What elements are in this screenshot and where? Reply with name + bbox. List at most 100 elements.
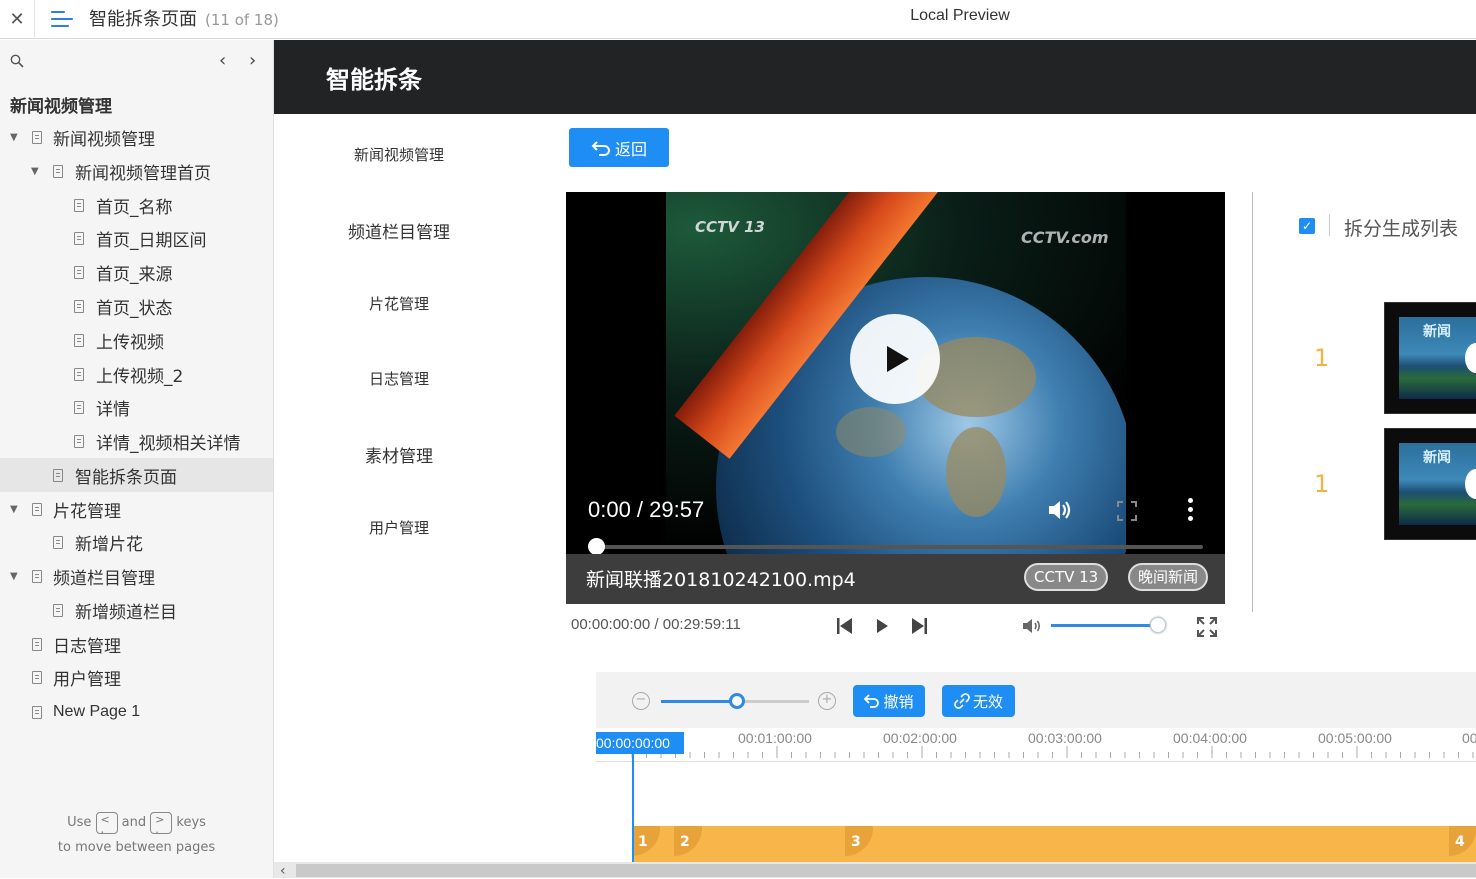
timeline-editor: − + 撤销 无效 00:00:00:00 00:01:00:00 00:02:…: [596, 672, 1476, 878]
play-small-icon[interactable]: [872, 616, 892, 636]
sidebar-section-title: 新闻视频管理: [10, 97, 112, 117]
tick-label: 00:05:00:00: [1318, 730, 1392, 746]
close-icon[interactable]: ✕: [0, 0, 35, 39]
cctv-watermark: CCTV.com: [1021, 228, 1109, 247]
channel-logo: CCTV 13: [695, 218, 765, 236]
undo-icon: [864, 694, 880, 708]
app-preview: 智能拆条 新闻视频管理 频道栏目管理 片花管理 日志管理 素材管理 用户管理 返…: [274, 40, 1476, 878]
page-count: (11 of 18): [205, 11, 279, 29]
sidebar-item-home-status[interactable]: 首页_状态: [0, 289, 273, 323]
zoom-knob[interactable]: [729, 693, 745, 709]
link-icon: [954, 693, 970, 709]
volume-icon[interactable]: [1046, 496, 1074, 524]
search-icon[interactable]: [10, 54, 24, 68]
sidebar-item-channel[interactable]: ▼ 频道栏目管理: [0, 559, 273, 593]
split-list-title: 拆分生成列表: [1344, 218, 1459, 240]
sidebar-item-upload-2[interactable]: 上传视频_2: [0, 357, 273, 391]
video-player[interactable]: CCTV 13 CCTV.com 0:00 / 29:57 新闻联播201810…: [566, 192, 1225, 604]
seek-bar[interactable]: [595, 545, 1203, 549]
sidebar-item-detail-video[interactable]: 详情_视频相关详情: [0, 424, 273, 458]
video-caption-bar: 新闻联播201810242100.mp4 CCTV 13 晚间新闻: [566, 554, 1225, 604]
next-frame-icon[interactable]: [908, 616, 928, 636]
preview-title: Local Preview: [910, 7, 1010, 24]
current-time-label: 00:00:00:00: [596, 732, 684, 754]
timeline-ruler[interactable]: 00:00:00:00 00:01:00:00 00:02:00:00 00:0…: [596, 728, 1476, 762]
split-item-number: 1: [1314, 470, 1330, 498]
expand-icon[interactable]: [1196, 616, 1218, 638]
sidebar-item-add-trailer[interactable]: 新增片花: [0, 525, 273, 559]
segment-marker[interactable]: 2: [674, 826, 702, 856]
split-list-checkbox[interactable]: ✓: [1299, 218, 1315, 234]
sidebar-item-new-page[interactable]: New Page 1: [0, 695, 273, 729]
undo-button[interactable]: 撤销: [853, 685, 925, 717]
split-item-number: 1: [1314, 344, 1330, 372]
volume-knob[interactable]: [1150, 617, 1166, 633]
page-title: 智能拆条页面 (11 of 18): [89, 9, 279, 30]
thumbnail-text: 新闻: [1423, 450, 1451, 466]
invalid-button[interactable]: 无效: [942, 685, 1015, 717]
sidebar-item-news-home[interactable]: ▼ 新闻视频管理首页: [0, 154, 273, 188]
tick-label: 00:04:00:00: [1173, 730, 1247, 746]
sidebar-item-home-date[interactable]: 首页_日期区间: [0, 221, 273, 255]
scroll-left-icon[interactable]: ‹: [280, 863, 286, 879]
video-time: 0:00 / 29:57: [588, 497, 705, 522]
play-button[interactable]: [850, 314, 940, 404]
program-tag[interactable]: 晚间新闻: [1128, 563, 1209, 591]
volume-small-icon[interactable]: [1021, 616, 1043, 636]
split-item-thumbnail[interactable]: 新闻: [1384, 428, 1476, 540]
channel-tag[interactable]: CCTV 13: [1024, 563, 1109, 591]
panel-divider: [1252, 192, 1253, 612]
sidebar-item-smart-split[interactable]: 智能拆条页面: [0, 458, 273, 492]
nav-log[interactable]: 日志管理: [274, 368, 524, 389]
segment-marker[interactable]: 1: [632, 826, 660, 856]
split-item-thumbnail[interactable]: 新闻: [1384, 302, 1476, 414]
segment-marker[interactable]: 3: [845, 826, 873, 856]
sidebar-item-home-source[interactable]: 首页_来源: [0, 255, 273, 289]
sidebar-item-news-video[interactable]: ▼ 新闻视频管理: [0, 120, 273, 154]
zoom-in-icon[interactable]: +: [818, 692, 836, 710]
tick-label: 00:03:00:00: [1028, 730, 1102, 746]
left-key-icon: <,: [95, 811, 118, 835]
sidebar-item-user[interactable]: 用户管理: [0, 660, 273, 694]
zoom-out-icon[interactable]: −: [632, 692, 650, 710]
scrollbar-thumb[interactable]: [296, 864, 1476, 877]
previous-frame-icon[interactable]: [836, 616, 856, 636]
sidebar-item-detail[interactable]: 详情: [0, 390, 273, 424]
next-page-icon[interactable]: ›: [249, 50, 256, 71]
nav-user[interactable]: 用户管理: [274, 517, 524, 538]
prev-page-icon[interactable]: ‹: [219, 50, 226, 71]
timeline-toolbar: − + 撤销 无效: [596, 672, 1476, 728]
app-title: 智能拆条: [326, 66, 422, 94]
playback-controls: 00:00:00:00 / 00:29:59:11: [566, 610, 1226, 644]
tick-label: 00:01:00:00: [738, 730, 812, 746]
sidebar-item-add-channel[interactable]: 新增频道栏目: [0, 593, 273, 627]
sidebar-item-log[interactable]: 日志管理: [0, 627, 273, 661]
app-header: 智能拆条: [274, 40, 1476, 114]
tick-label: 00: [1462, 730, 1476, 746]
nav-news-video[interactable]: 新闻视频管理: [274, 144, 524, 165]
nav-trailer[interactable]: 片花管理: [274, 293, 524, 314]
more-options-icon[interactable]: [1188, 498, 1194, 524]
playhead[interactable]: [632, 752, 634, 878]
fullscreen-icon[interactable]: [1117, 501, 1137, 521]
tick-label: 00:02:00:00: [883, 730, 957, 746]
sidebar-item-upload[interactable]: 上传视频: [0, 323, 273, 357]
timecode: 00:00:00:00 / 00:29:59:11: [571, 616, 741, 633]
zoom-slider-fill: [661, 700, 737, 703]
sidebar-item-trailer[interactable]: ▼ 片花管理: [0, 492, 273, 526]
sidebar-item-home-name[interactable]: 首页_名称: [0, 188, 273, 222]
back-arrow-icon: [591, 140, 610, 156]
segment-marker[interactable]: 4: [1449, 826, 1476, 856]
menu-icon[interactable]: [51, 8, 73, 30]
nav-material[interactable]: 素材管理: [274, 442, 524, 467]
right-key-icon: >.: [150, 811, 173, 835]
play-icon: [887, 346, 909, 372]
pages-sidebar: ‹ › 新闻视频管理 ▼ 新闻视频管理 ▼ 新闻视频管理首页 首页_名称 首页_日期…: [0, 40, 274, 878]
seek-knob[interactable]: [588, 538, 605, 555]
preview-toolbar: ✕ 智能拆条页面 (11 of 18) Local Preview: [0, 0, 1476, 39]
back-button[interactable]: 返回: [569, 128, 669, 167]
volume-slider[interactable]: [1051, 624, 1159, 627]
thumbnail-text: 新闻: [1423, 324, 1451, 340]
nav-channel[interactable]: 频道栏目管理: [274, 218, 524, 243]
navigation-hint: Use <, and >. keys to move between pages: [57, 811, 216, 855]
